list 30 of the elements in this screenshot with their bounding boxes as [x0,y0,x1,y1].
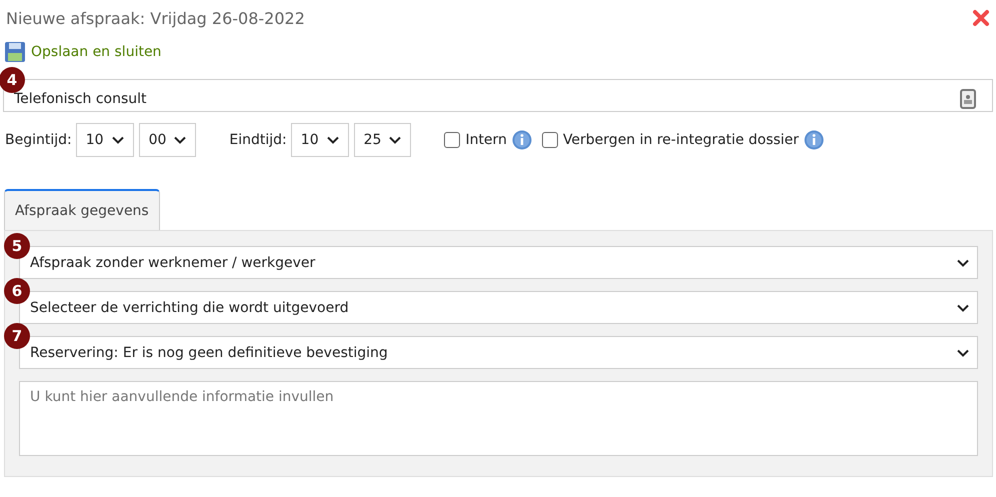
caret-icon [326,136,339,144]
info-icon[interactable] [512,130,532,150]
info-icon[interactable] [804,130,824,150]
checkbox[interactable] [444,132,460,148]
checkbox-label: Verbergen in re-integratie dossier [562,132,799,148]
window-title: Nieuwe afspraak: Vrijdag 26-08-2022 [6,8,305,28]
caret-icon [389,136,402,144]
minute-select[interactable]: 00 [138,123,196,157]
close-icon[interactable] [972,9,990,27]
time-label: Eindtijd: [229,132,287,148]
caret-icon [957,304,969,312]
step-badge: 5 [4,233,30,259]
tab[interactable]: Afspraak gegevens [4,189,160,230]
caret-icon [112,136,124,144]
step-badge: 4 [0,67,25,93]
dropdown[interactable]: Reservering: Er is nog geen definitieve bevestiging [19,336,978,369]
caret-icon [957,348,969,356]
step-badge: 7 [4,323,30,349]
minute-select[interactable]: 25 [354,123,412,157]
checkbox-label: Intern [465,132,507,148]
hour-select[interactable]: 10 [76,123,134,157]
contact-card-icon[interactable] [960,88,976,108]
caret-icon [957,258,969,266]
caret-icon [174,136,186,144]
hour-select[interactable]: 10 [290,123,349,157]
notes-field[interactable]: U kunt hier aanvullende informatie invullen [19,381,978,456]
step-badge: 6 [4,278,30,304]
time-label: Begintijd: [5,132,72,148]
checkbox[interactable] [542,132,558,148]
save-close-link[interactable]: Opslaan en sluiten [5,42,162,62]
